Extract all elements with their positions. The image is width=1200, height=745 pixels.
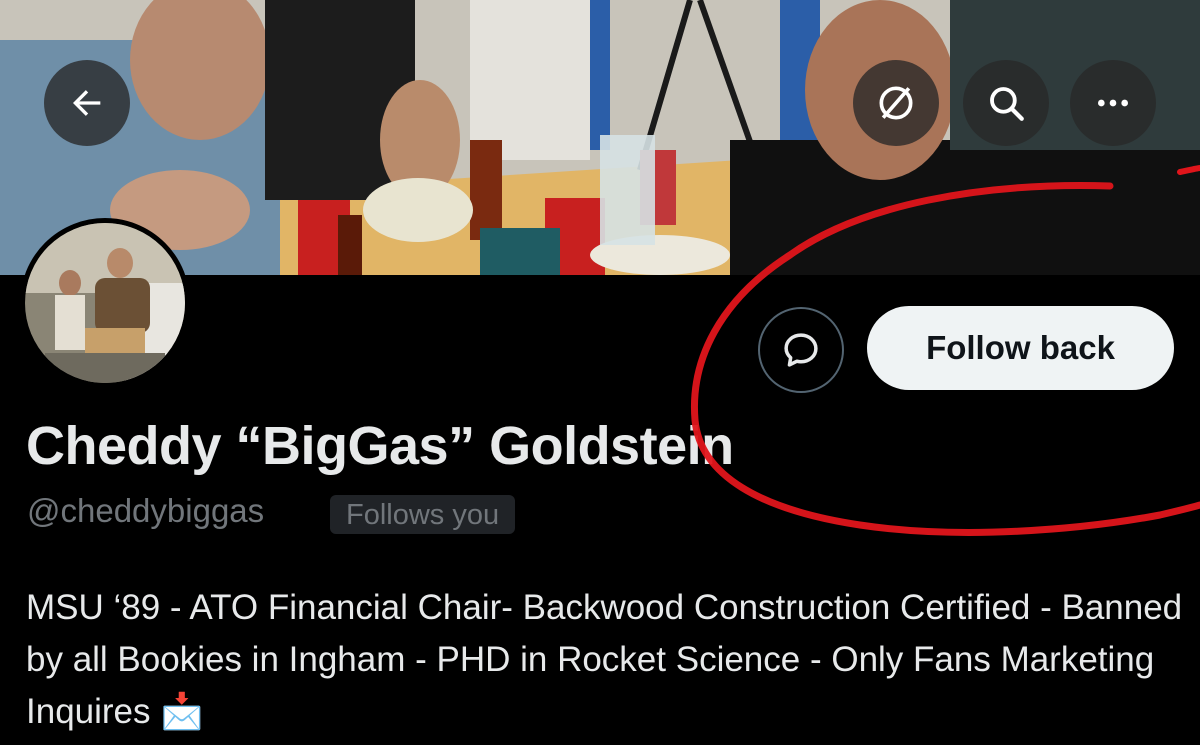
avatar-photo [25, 223, 185, 383]
follow-back-button[interactable]: Follow back [867, 306, 1174, 390]
profile-bio: MSU ‘89 - ATO Financial Chair- Backwood … [26, 588, 1183, 731]
message-bubble-icon [784, 333, 818, 367]
profile-banner[interactable] [0, 0, 1200, 275]
back-button[interactable] [44, 60, 130, 146]
search-icon [990, 87, 1024, 121]
more-options-button[interactable] [1070, 60, 1156, 146]
profile-avatar[interactable] [20, 218, 190, 388]
username-handle: @cheddybiggas [27, 492, 265, 529]
display-name: Cheddy “BigGas” Goldstein [26, 416, 734, 476]
follows-you-badge: Follows you [330, 495, 516, 534]
message-button[interactable] [758, 307, 844, 393]
grok-slash-circle-icon [879, 86, 913, 120]
arrow-left-icon [73, 90, 101, 116]
more-dots-icon [1098, 99, 1128, 107]
grok-button[interactable] [853, 60, 939, 146]
search-button[interactable] [963, 60, 1049, 146]
